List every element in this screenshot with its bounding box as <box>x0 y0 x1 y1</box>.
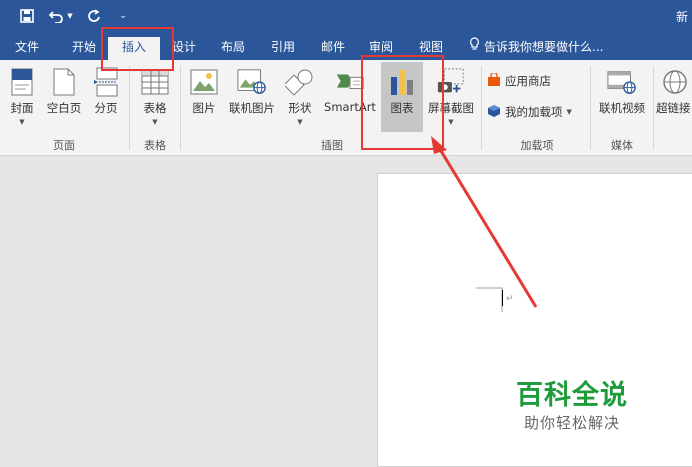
watermark-subtitle: 助你轻松解决 <box>524 414 621 432</box>
watermark-title: 百科全说 <box>516 380 628 411</box>
